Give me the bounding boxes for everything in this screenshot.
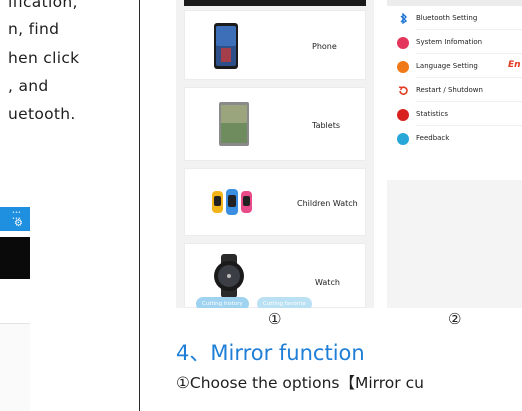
category-card-tablets[interactable]: Tablets <box>184 87 366 161</box>
device-banner <box>0 237 30 279</box>
section-heading: 4、Mirror function <box>176 341 365 365</box>
history-tabs: Cutting history Cutting favorite <box>196 290 315 308</box>
menu-item-restart-shutdown[interactable]: Restart / Shutdown <box>387 80 522 102</box>
menu-label: Language Setting <box>416 62 478 70</box>
menu-divider <box>416 77 522 78</box>
menu-item-language-setting[interactable]: Language Setting En <box>387 56 522 78</box>
left-text-line: , and <box>8 77 49 95</box>
menu-label: System Infomation <box>416 38 483 46</box>
system-info-icon <box>397 37 409 49</box>
left-text-line: n, find <box>8 20 60 38</box>
category-label: Children Watch <box>297 199 358 208</box>
app-header-bar: ••• ••• ⚙ <box>0 207 30 231</box>
menu-label: Statistics <box>416 110 448 118</box>
statistics-icon <box>397 109 409 121</box>
tablet-device-icon <box>219 102 249 146</box>
menu-divider <box>416 29 522 30</box>
column-divider <box>139 0 140 411</box>
restart-icon <box>398 86 408 95</box>
left-text-line: uetooth. <box>8 105 76 123</box>
tab-cutting-history[interactable]: Cutting history <box>196 297 249 308</box>
children-watch-icon <box>212 189 252 215</box>
left-phone-screenshot: ••• ••• ⚙ <box>0 207 30 411</box>
menu-label: Restart / Shutdown <box>416 86 483 94</box>
language-value: En <box>508 60 521 70</box>
menu-divider <box>416 101 522 102</box>
category-card-children-watch[interactable]: Children Watch <box>184 168 366 236</box>
category-label: Phone <box>312 42 337 51</box>
menu-item-statistics[interactable]: Statistics <box>387 104 522 126</box>
feedback-icon <box>397 133 409 145</box>
top-banner <box>387 0 522 6</box>
manual-page: ification, n, find hen click , and uetoo… <box>0 0 522 411</box>
category-label: Watch <box>315 278 340 287</box>
menu-item-system-information[interactable]: System Infomation <box>387 32 522 54</box>
top-banner <box>184 0 366 6</box>
menu-label: Feedback <box>416 134 450 142</box>
language-icon <box>397 61 409 73</box>
phone-device-icon <box>214 23 238 69</box>
figure-number-1: ① <box>268 310 282 328</box>
figure-number-2: ② <box>448 310 462 328</box>
menu-item-bluetooth-setting[interactable]: Bluetooth Setting <box>387 8 522 30</box>
category-card-phone[interactable]: Phone <box>184 10 366 80</box>
section-instruction-line: ①Choose the options【Mirror cu <box>176 374 424 392</box>
menu-divider <box>416 125 522 126</box>
device-card[interactable] <box>0 323 30 411</box>
tab-cutting-favorite[interactable]: Cutting favorite <box>256 297 313 308</box>
settings-menu-list: Bluetooth Setting System Infomation Lang… <box>387 0 522 180</box>
settings-gear-icon[interactable]: ⚙ <box>14 219 23 229</box>
settings-menu-screenshot: Bluetooth Setting System Infomation Lang… <box>387 0 522 308</box>
device-category-screenshot: Phone Tablets Children Watch Watch Cutti… <box>176 0 374 308</box>
bluetooth-icon <box>400 13 408 25</box>
category-label: Tablets <box>312 121 340 130</box>
menu-label: Bluetooth Setting <box>416 14 478 22</box>
menu-item-feedback[interactable]: Feedback <box>387 128 522 150</box>
left-text-line: hen click <box>8 49 80 67</box>
left-text-line: ification, <box>8 0 78 11</box>
menu-divider <box>416 53 522 54</box>
